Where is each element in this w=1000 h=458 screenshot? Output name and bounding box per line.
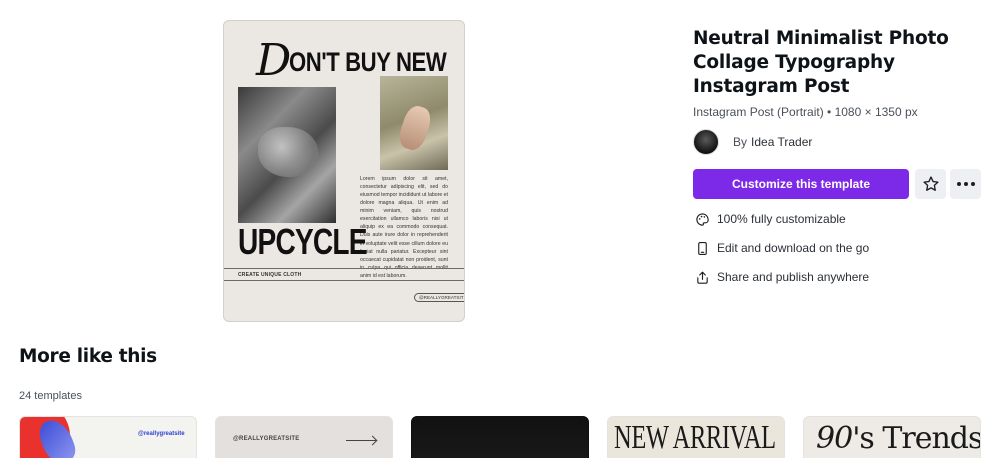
by-label: By bbox=[733, 135, 748, 149]
preview-side-headline: UPCYCLE bbox=[238, 221, 368, 262]
preview-headline-rest: ON'T BUY NEW bbox=[289, 47, 447, 77]
phone-icon bbox=[694, 240, 710, 256]
preview-photo-scissors bbox=[380, 76, 448, 170]
favorite-button[interactable] bbox=[915, 169, 946, 199]
share-icon bbox=[694, 269, 710, 285]
thumbnail-handle: @reallygreatsite bbox=[138, 431, 185, 437]
template-meta: Instagram Post (Portrait) • 1080 × 1350 … bbox=[693, 105, 918, 119]
template-count: 24 templates bbox=[19, 390, 82, 402]
feature-label: Edit and download on the go bbox=[717, 241, 870, 255]
preview-photo-denim bbox=[238, 87, 336, 223]
template-thumbnail[interactable]: @REALLYGREATSITE bbox=[215, 416, 393, 458]
preview-caption: CREATE UNIQUE CLOTH bbox=[238, 272, 302, 278]
preview-body-text: Lorem ipsum dolor sit amet, consectetur … bbox=[360, 176, 448, 279]
preview-handle-badge: @REALLYGREATSITE bbox=[414, 293, 464, 302]
more-dots-icon bbox=[956, 182, 975, 186]
more-like-this-heading: More like this bbox=[19, 346, 157, 367]
template-preview[interactable]: DON'T BUY NEW Lorem ipsum dolor sit amet… bbox=[223, 20, 465, 322]
more-options-button[interactable] bbox=[950, 169, 981, 199]
preview-divider-top bbox=[224, 268, 464, 269]
template-thumbnail[interactable] bbox=[411, 416, 589, 458]
thumbnail-headline-numeral: 90 bbox=[816, 421, 853, 456]
feature-label: 100% fully customizable bbox=[717, 212, 846, 226]
thumbnail-headline: NEW ARRIVAL bbox=[614, 419, 776, 456]
feature-customizable: 100% fully customizable bbox=[694, 211, 846, 227]
author-name[interactable]: Idea Trader bbox=[751, 135, 812, 149]
star-icon bbox=[922, 176, 939, 191]
palette-icon bbox=[694, 211, 710, 227]
thumbnail-headline: 90's Trends bbox=[816, 421, 981, 456]
template-title: Neutral Minimalist Photo Collage Typogra… bbox=[693, 28, 949, 97]
preview-divider-bottom bbox=[224, 280, 464, 281]
template-thumbnail[interactable]: 90's Trends bbox=[803, 416, 981, 458]
feature-edit-on-the-go: Edit and download on the go bbox=[694, 240, 869, 256]
thumbnail-handle: @REALLYGREATSITE bbox=[233, 436, 300, 442]
thumbnail-headline-suffix: 's Trends bbox=[852, 421, 981, 456]
template-thumbnail[interactable]: NEW ARRIVAL bbox=[607, 416, 785, 458]
preview-headline-initial: D bbox=[256, 35, 291, 86]
feature-label: Share and publish anywhere bbox=[717, 270, 870, 284]
arrow-right-icon bbox=[346, 440, 376, 441]
template-thumbnail[interactable]: @reallygreatsite bbox=[19, 416, 197, 458]
avatar[interactable] bbox=[693, 129, 719, 155]
feature-share-publish: Share and publish anywhere bbox=[694, 269, 869, 285]
author-row[interactable]: By Idea Trader bbox=[693, 129, 812, 155]
customize-template-button[interactable]: Customize this template bbox=[693, 169, 909, 199]
